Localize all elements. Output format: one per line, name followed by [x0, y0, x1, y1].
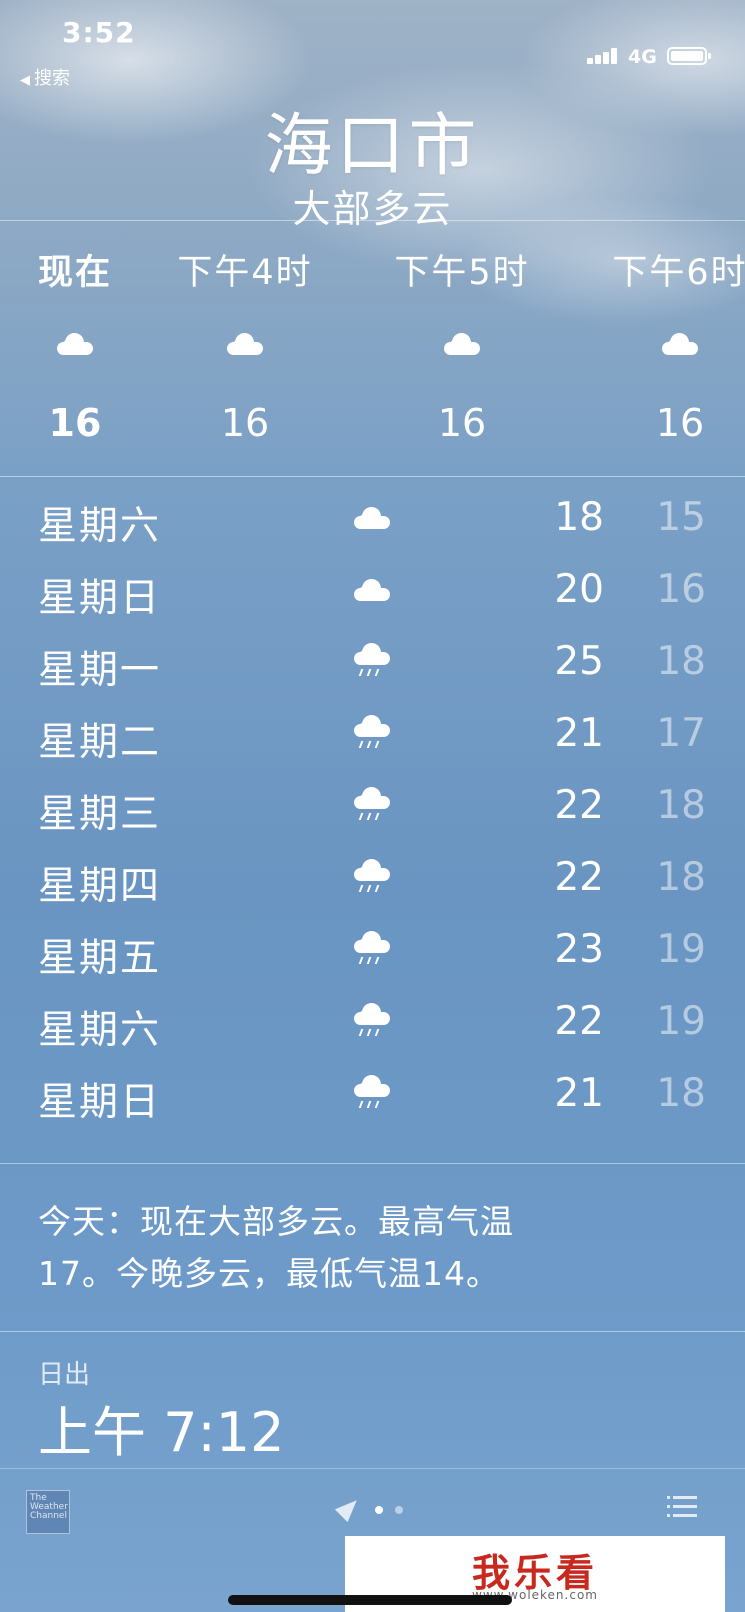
high-temp: 23 — [554, 927, 604, 972]
high-temp: 22 — [554, 855, 604, 900]
current-condition: 大部多云 — [292, 187, 453, 231]
city-list-icon[interactable] — [667, 1496, 697, 1520]
daily-row: 星期一 25 18 — [0, 629, 745, 701]
day-name: 星期日 — [38, 576, 162, 621]
hourly-item: 现在 16 — [0, 244, 170, 445]
network-type: 4G — [628, 46, 657, 68]
rain-cloud-icon — [354, 715, 390, 749]
divider — [0, 220, 745, 221]
rain-cloud-icon — [354, 931, 390, 965]
divider — [0, 1163, 745, 1164]
day-name: 星期一 — [38, 648, 162, 693]
back-to-search-link[interactable]: ◀ 搜索 — [20, 64, 70, 90]
hour-label: 下午6时 — [612, 253, 745, 293]
day-name: 星期六 — [38, 504, 162, 549]
high-temp: 20 — [554, 567, 604, 612]
back-label: 搜索 — [34, 68, 70, 89]
day-name: 星期六 — [38, 1008, 162, 1053]
day-name: 星期二 — [38, 720, 162, 765]
rain-cloud-icon — [354, 859, 390, 893]
rain-cloud-icon — [354, 1075, 390, 1109]
daily-row: 星期四 22 18 — [0, 845, 745, 917]
hourly-item-clip: 下午6时 16 — [560, 240, 745, 460]
hourly-item: 下午6时 16 — [585, 244, 745, 445]
day-name: 星期五 — [38, 936, 162, 981]
signal-strength-icon — [587, 46, 623, 64]
low-temp: 17 — [656, 711, 706, 756]
hourly-item: 下午5时 16 — [367, 244, 557, 445]
high-temp: 18 — [554, 495, 604, 540]
status-time: 3:52 — [62, 16, 136, 49]
daily-row: 星期三 22 18 — [0, 773, 745, 845]
low-temp: 18 — [656, 1071, 706, 1116]
weather-channel-logo[interactable]: The Weather Channel — [26, 1490, 70, 1534]
daily-row: 星期六 18 15 — [0, 485, 745, 557]
hour-temp: 16 — [48, 401, 102, 445]
low-temp: 16 — [656, 567, 706, 612]
divider — [0, 1331, 745, 1332]
day-name: 星期四 — [38, 864, 162, 909]
sunrise-label: 日出 — [38, 1360, 91, 1390]
page-indicator-dot[interactable] — [395, 1506, 403, 1514]
rain-cloud-icon — [354, 1003, 390, 1037]
hour-label: 下午4时 — [177, 253, 313, 293]
high-temp: 25 — [554, 639, 604, 684]
high-temp: 21 — [554, 1071, 604, 1116]
divider — [0, 1468, 745, 1469]
hour-label: 下午5时 — [394, 253, 530, 293]
summary-line: 17。今晚多云，最低气温14。 — [38, 1254, 500, 1293]
daily-row: 星期六 22 19 — [0, 989, 745, 1061]
rain-cloud-icon — [354, 787, 390, 821]
daily-row: 星期五 23 19 — [0, 917, 745, 989]
cloud-icon — [354, 579, 390, 601]
daily-row: 星期日 20 16 — [0, 557, 745, 629]
battery-icon — [667, 47, 711, 65]
hour-temp: 16 — [655, 401, 705, 445]
location-arrow-icon[interactable] — [334, 1493, 364, 1523]
daily-row: 星期日 21 18 — [0, 1061, 745, 1133]
cloud-icon — [57, 333, 93, 355]
cloud-icon — [662, 333, 698, 355]
hourly-item: 下午4时 16 — [150, 244, 340, 445]
rain-cloud-icon — [354, 643, 390, 677]
high-temp: 21 — [554, 711, 604, 756]
home-indicator[interactable] — [228, 1595, 512, 1605]
high-temp: 22 — [554, 783, 604, 828]
cloud-icon — [444, 333, 480, 355]
status-bar: 3:52 ◀ 搜索 4G — [0, 14, 745, 89]
hour-temp: 16 — [220, 401, 270, 445]
back-arrow-icon: ◀ — [20, 73, 30, 88]
low-temp: 18 — [656, 855, 706, 900]
page-indicator-dot-active[interactable] — [375, 1506, 383, 1514]
daily-row: 星期二 21 17 — [0, 701, 745, 773]
weather-screen: 3:52 ◀ 搜索 4G 海口市 大部多云 现在 16 下午4时 16 下午5时 … — [0, 0, 745, 1612]
divider — [0, 476, 745, 477]
low-temp: 18 — [656, 783, 706, 828]
city-name: 海口市 — [264, 107, 481, 186]
high-temp: 22 — [554, 999, 604, 1044]
cloud-icon — [354, 507, 390, 529]
today-summary: 今天：现在大部多云。最高气温 17。今晚多云，最低气温14。 — [38, 1196, 698, 1300]
hour-temp: 16 — [437, 401, 487, 445]
low-temp: 19 — [656, 927, 706, 972]
low-temp: 18 — [656, 639, 706, 684]
day-name: 星期日 — [38, 1080, 162, 1125]
cloud-icon — [227, 333, 263, 355]
low-temp: 15 — [656, 495, 706, 540]
summary-line: 今天：现在大部多云。最高气温 — [38, 1202, 514, 1241]
low-temp: 19 — [656, 999, 706, 1044]
day-name: 星期三 — [38, 792, 162, 837]
hour-label: 现在 — [37, 253, 112, 293]
sunrise-time: 上午 7:12 — [38, 1401, 285, 1464]
